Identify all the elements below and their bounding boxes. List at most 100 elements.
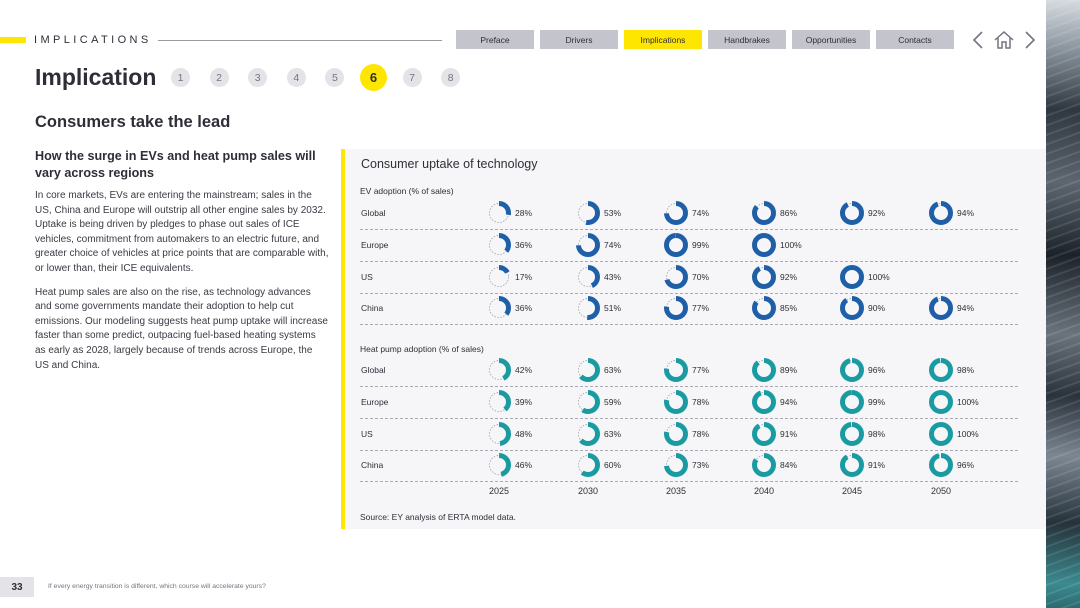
pct-label: 42% [515, 365, 533, 375]
donut-us-2025 [487, 421, 511, 446]
donut-europe-2030 [576, 232, 600, 257]
pct-label: 85% [780, 303, 798, 314]
page-title: Implication [35, 64, 157, 90]
section-label: IMPLICATIONS [34, 34, 152, 46]
donut-china-2035 [664, 453, 688, 478]
donut-us-2045 [840, 264, 864, 289]
year-label-2040: 2040 [753, 486, 775, 496]
donut-us-2050 [929, 421, 953, 446]
pct-label: 100% [957, 396, 979, 407]
donut-us-2040 [752, 421, 776, 446]
row-label-us: US [361, 271, 373, 282]
step-3[interactable]: 3 [248, 68, 268, 87]
pct-label: 53% [604, 208, 622, 218]
donut-china-2040 [752, 296, 776, 321]
pct-label: 100% [868, 271, 890, 282]
donut-global-2040 [752, 201, 776, 225]
pct-label: 36% [515, 303, 533, 314]
donut-europe-2040 [752, 389, 776, 414]
nav-tab-drivers[interactable]: Drivers [540, 30, 618, 49]
body-text-column: How the surge in EVs and heat pump sales… [35, 148, 329, 382]
pct-label: 99% [868, 396, 886, 407]
year-label-2045: 2045 [841, 486, 863, 496]
donut-china-2025 [487, 453, 511, 478]
year-label-2030: 2030 [577, 486, 599, 496]
step-4[interactable]: 4 [286, 68, 306, 87]
pct-label: 92% [780, 271, 798, 282]
step-8[interactable]: 8 [441, 68, 461, 87]
chart-title: Consumer uptake of technology [361, 157, 538, 171]
pct-label: 98% [868, 428, 886, 439]
nav-tab-preface[interactable]: Preface [456, 30, 534, 49]
step-7[interactable]: 7 [402, 68, 422, 87]
donut-china-2050 [929, 296, 953, 321]
donut-us-2045 [840, 421, 864, 446]
donut-global-2025 [487, 358, 511, 382]
group-label-0: EV adoption (% of sales) [360, 186, 454, 196]
chevron-right-icon[interactable] [1020, 29, 1040, 51]
nav-tab-handbrakes[interactable]: Handbrakes [708, 30, 786, 49]
pct-label: 90% [868, 303, 886, 314]
step-1[interactable]: 1 [171, 68, 190, 87]
pct-label: 100% [780, 239, 802, 250]
row-divider [360, 260, 1018, 262]
row-label-us: US [361, 428, 373, 439]
step-pagination: 1 2 3 4 5 6 7 8 [171, 64, 480, 91]
donut-europe-2030 [576, 389, 600, 414]
donut-china-2025 [487, 296, 511, 321]
donut-global-2025 [487, 201, 511, 225]
donut-us-2030 [576, 421, 600, 446]
donut-europe-2035 [664, 389, 688, 414]
donut-china-2045 [840, 453, 864, 478]
pct-label: 94% [780, 396, 798, 407]
row-label-europe: Europe [361, 239, 389, 250]
nav-tab-contacts[interactable]: Contacts [876, 30, 954, 49]
pct-label: 99% [692, 239, 710, 250]
donut-china-2030 [576, 296, 600, 321]
step-5[interactable]: 5 [325, 68, 345, 87]
pct-label: 91% [780, 428, 798, 439]
row-divider [360, 481, 1018, 483]
pct-label: 63% [604, 428, 622, 439]
row-divider [360, 386, 1018, 387]
donut-us-2030 [576, 264, 600, 289]
donut-global-2035 [664, 201, 688, 225]
pct-label: 70% [692, 271, 710, 282]
row-label-global: Global [361, 365, 386, 375]
nav-tab-opportunities[interactable]: Opportunities [792, 30, 870, 49]
year-label-2025: 2025 [488, 486, 510, 496]
step-6-active[interactable]: 6 [359, 64, 387, 91]
pct-label: 86% [780, 208, 798, 218]
row-label-china: China [361, 303, 384, 314]
row-divider [360, 417, 1018, 419]
pct-label: 78% [692, 396, 710, 407]
nav-icons [968, 29, 1040, 51]
step-2[interactable]: 2 [209, 68, 229, 87]
nav-tab-implications[interactable]: Implications [624, 30, 702, 49]
donut-china-2045 [840, 296, 864, 321]
row-label-china: China [361, 460, 384, 471]
chart-panel-accent [341, 149, 345, 529]
row-divider [360, 449, 1018, 451]
pct-label: 74% [692, 208, 710, 218]
home-icon[interactable] [994, 29, 1014, 51]
pct-label: 59% [604, 396, 622, 407]
chevron-left-icon[interactable] [968, 29, 988, 51]
chart-source: Source: EY analysis of ERTA model data. [360, 512, 516, 522]
pct-label: 91% [868, 460, 886, 471]
pct-label: 96% [957, 460, 975, 471]
pct-label: 84% [780, 460, 798, 471]
donut-china-2030 [576, 453, 600, 478]
pct-label: 92% [868, 208, 886, 218]
row-label-global: Global [361, 208, 386, 218]
page-number: 33 [0, 577, 34, 597]
donut-europe-2050 [929, 389, 953, 414]
donut-global-2050 [929, 358, 953, 382]
page-subtitle: Consumers take the lead [35, 113, 231, 131]
donut-china-2040 [752, 453, 776, 478]
donut-us-2025 [487, 264, 511, 289]
pct-label: 48% [515, 428, 533, 439]
donut-europe-2045 [840, 389, 864, 414]
top-nav: Preface Drivers Implications Handbrakes … [456, 30, 954, 49]
row-divider [360, 292, 1018, 294]
